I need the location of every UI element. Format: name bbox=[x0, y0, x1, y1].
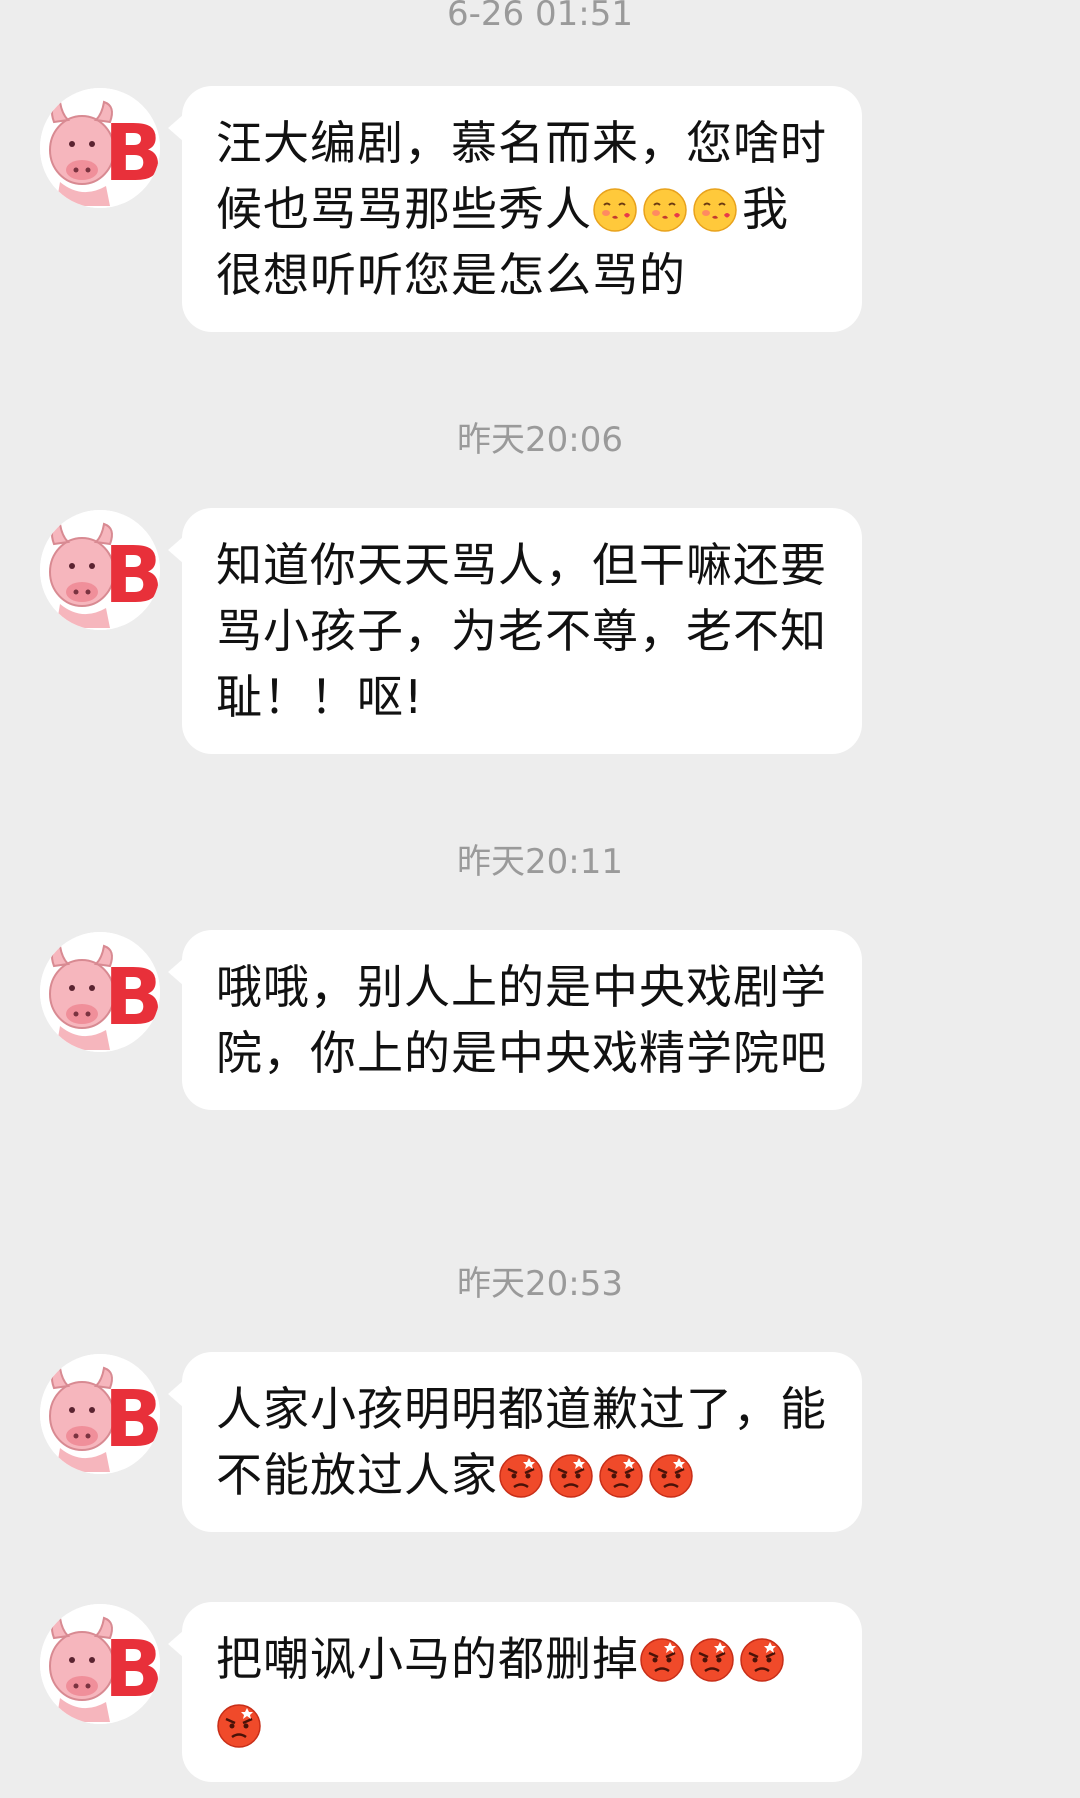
message-text: 把嘲讽小马的都删掉 bbox=[216, 1632, 639, 1686]
angry-face-emoji-icon bbox=[639, 1637, 685, 1683]
avatar[interactable] bbox=[40, 1354, 160, 1474]
message-bubble[interactable]: 汪大编剧，慕名而来，您啥时候也骂骂那些秀人 我很想听听您是怎么骂的 bbox=[168, 86, 862, 332]
message-text: 哦哦，别人上的是中央戏剧学院，你上的是中央戏精学院吧 bbox=[216, 960, 827, 1080]
avatar[interactable] bbox=[40, 510, 160, 630]
angry-face-emoji-icon bbox=[689, 1637, 735, 1683]
angry-face-emoji-icon bbox=[598, 1453, 644, 1499]
blowing-kiss-emoji-icon bbox=[642, 187, 688, 233]
angry-face-emoji-icon bbox=[216, 1703, 262, 1749]
timestamp: 昨天20:06 bbox=[457, 420, 623, 460]
timestamp: 6-26 01:51 bbox=[447, 0, 633, 34]
message-bubble[interactable]: 哦哦，别人上的是中央戏剧学院，你上的是中央戏精学院吧 bbox=[168, 930, 862, 1110]
message-text: 知道你天天骂人，但干嘛还要骂小孩子，为老不尊，老不知耻！！呕! bbox=[216, 538, 827, 724]
blowing-kiss-emoji-icon bbox=[692, 187, 738, 233]
avatar-bull-b-icon bbox=[40, 932, 160, 1052]
avatar-bull-b-icon bbox=[40, 1354, 160, 1474]
avatar[interactable] bbox=[40, 88, 160, 208]
angry-face-emoji-icon bbox=[739, 1637, 785, 1683]
angry-face-emoji-icon bbox=[498, 1453, 544, 1499]
avatar-bull-b-icon bbox=[40, 88, 160, 208]
message-bubble[interactable]: 把嘲讽小马的都删掉 bbox=[168, 1602, 862, 1782]
chat-conversation: 6-26 01:51 汪大编剧，慕名而来，您啥时候也骂骂那些秀人 我很想听听您是怎… bbox=[0, 0, 1080, 1798]
blowing-kiss-emoji-icon bbox=[592, 187, 638, 233]
message-bubble[interactable]: 人家小孩明明都道歉过了，能不能放过人家 bbox=[168, 1352, 862, 1532]
avatar-bull-b-icon bbox=[40, 1604, 160, 1724]
angry-face-emoji-icon bbox=[648, 1453, 694, 1499]
timestamp: 昨天20:11 bbox=[457, 842, 623, 882]
message-bubble[interactable]: 知道你天天骂人，但干嘛还要骂小孩子，为老不尊，老不知耻！！呕! bbox=[168, 508, 862, 754]
avatar[interactable] bbox=[40, 932, 160, 1052]
avatar[interactable] bbox=[40, 1604, 160, 1724]
timestamp: 昨天20:53 bbox=[457, 1264, 623, 1304]
angry-face-emoji-icon bbox=[548, 1453, 594, 1499]
avatar-bull-b-icon bbox=[40, 510, 160, 630]
